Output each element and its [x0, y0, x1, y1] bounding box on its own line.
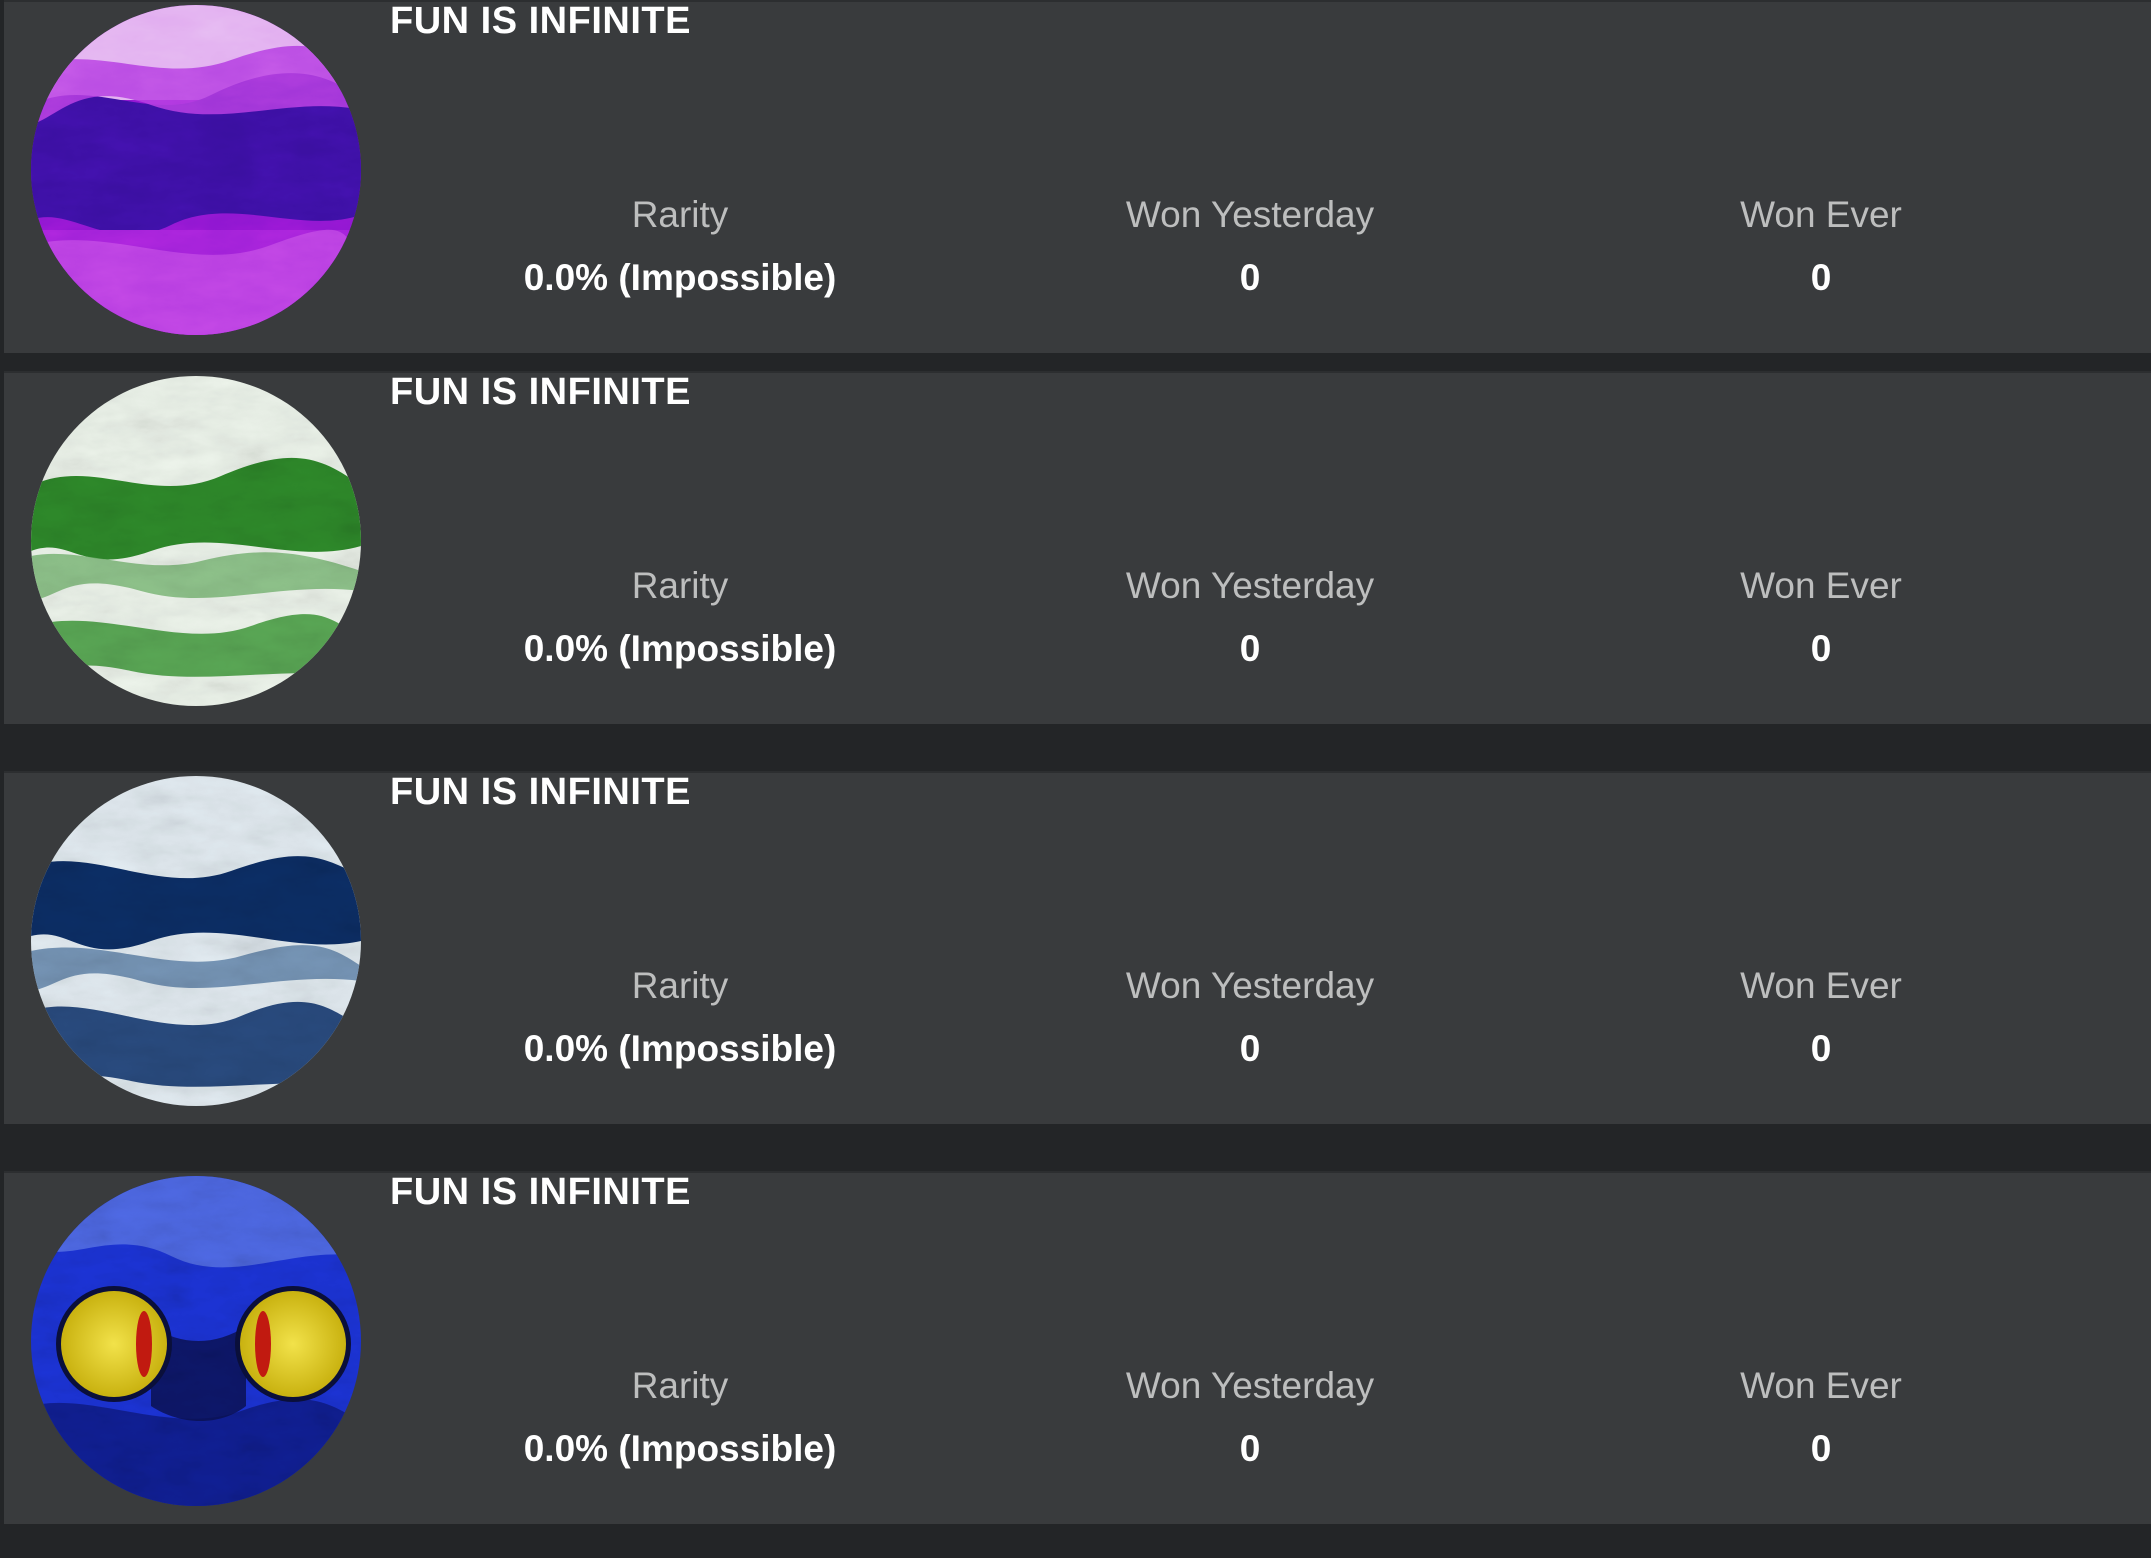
- badge-icon-image: [31, 376, 361, 706]
- won-ever-value: 0: [1810, 1428, 1832, 1469]
- purple-cloud-badge-icon[interactable]: [31, 5, 361, 335]
- badge-card[interactable]: FUN IS INFINITE Rarity 0.0% (Impossible)…: [4, 1171, 2151, 1524]
- badge-title[interactable]: FUN IS INFINITE: [390, 0, 691, 43]
- badge-icon-image: [31, 776, 361, 1106]
- badge-card[interactable]: FUN IS INFINITE Rarity 0.0% (Impossible)…: [4, 771, 2151, 1124]
- won-yesterday-label: Won Yesterday: [1125, 965, 1375, 1006]
- badge-list: FUN IS INFINITE Rarity 0.0% (Impossible)…: [0, 0, 2151, 1558]
- badge-card[interactable]: FUN IS INFINITE Rarity 0.0% (Impossible)…: [4, 371, 2151, 724]
- badge-title[interactable]: FUN IS INFINITE: [390, 371, 691, 414]
- rarity-label: Rarity: [631, 1365, 729, 1406]
- rarity-label: Rarity: [631, 194, 729, 235]
- green-cloud-badge-icon[interactable]: [31, 376, 361, 706]
- won-yesterday-label: Won Yesterday: [1125, 194, 1375, 235]
- won-ever-value: 0: [1810, 257, 1832, 298]
- won-yesterday-label: Won Yesterday: [1125, 1365, 1375, 1406]
- badge-title[interactable]: FUN IS INFINITE: [390, 771, 691, 814]
- won-ever-label: Won Ever: [1740, 194, 1902, 235]
- rarity-value: 0.0% (Impossible): [523, 1428, 837, 1469]
- rarity-value: 0.0% (Impossible): [523, 628, 837, 669]
- won-ever-label: Won Ever: [1740, 965, 1902, 1006]
- badge-card[interactable]: FUN IS INFINITE Rarity 0.0% (Impossible)…: [4, 0, 2151, 353]
- rarity-value: 0.0% (Impossible): [523, 1028, 837, 1069]
- left-eye-icon: [56, 1286, 172, 1402]
- won-yesterday-label: Won Yesterday: [1125, 565, 1375, 606]
- won-ever-label: Won Ever: [1740, 565, 1902, 606]
- won-yesterday-value: 0: [1239, 628, 1261, 669]
- won-yesterday-value: 0: [1239, 1028, 1261, 1069]
- badge-title[interactable]: FUN IS INFINITE: [390, 1171, 691, 1214]
- won-ever-label: Won Ever: [1740, 1365, 1902, 1406]
- badge-icon-image: [31, 1176, 361, 1506]
- won-yesterday-value: 0: [1239, 257, 1261, 298]
- navy-cloud-badge-icon[interactable]: [31, 776, 361, 1106]
- won-ever-value: 0: [1810, 1028, 1832, 1069]
- won-ever-value: 0: [1810, 628, 1832, 669]
- rarity-label: Rarity: [631, 965, 729, 1006]
- right-eye-icon: [235, 1286, 351, 1402]
- cat-eyes-badge-icon[interactable]: [31, 1176, 361, 1506]
- rarity-value: 0.0% (Impossible): [523, 257, 837, 298]
- badge-icon-image: [31, 5, 361, 335]
- rarity-label: Rarity: [631, 565, 729, 606]
- won-yesterday-value: 0: [1239, 1428, 1261, 1469]
